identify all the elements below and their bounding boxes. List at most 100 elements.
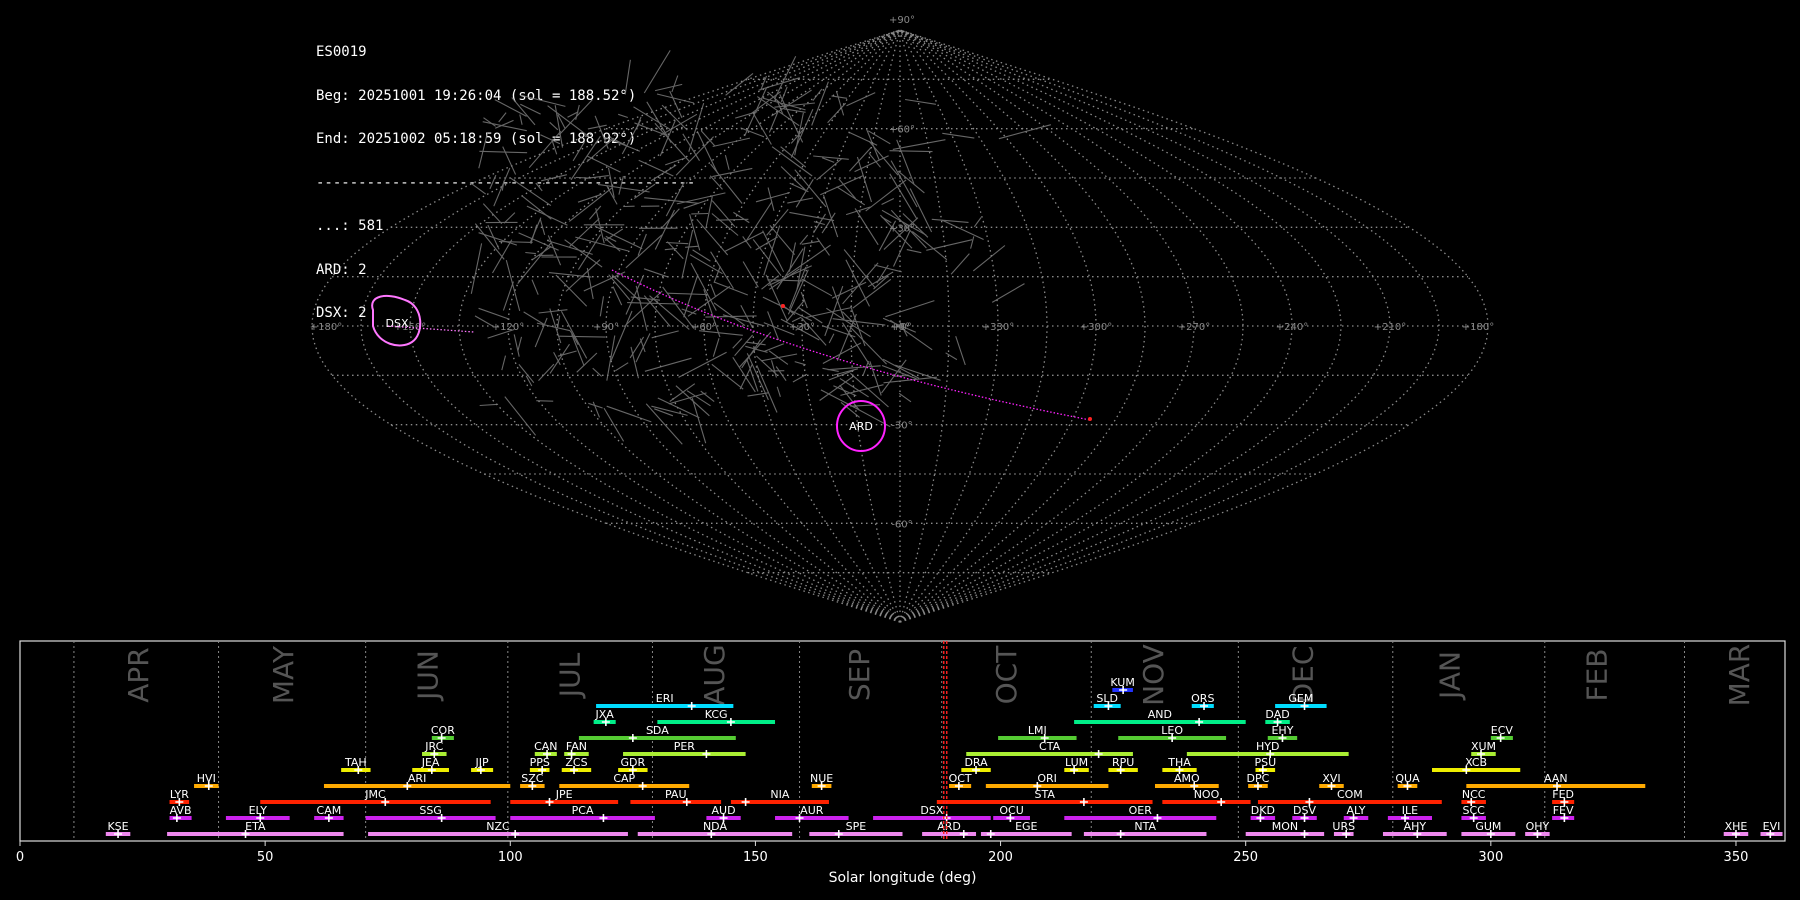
meteor-trail [554, 105, 564, 148]
meteor-trail [711, 363, 744, 390]
month-label: MAY [267, 645, 300, 704]
meteor-trail [531, 279, 539, 295]
meteor-trail [745, 345, 768, 353]
shower-label: PCA [572, 804, 594, 817]
meteor-trail [659, 113, 698, 137]
shower-label: PSU [1254, 756, 1276, 769]
shower-label: NTA [1134, 820, 1156, 833]
meteor-trail [744, 87, 768, 137]
meteor-trail [654, 83, 683, 92]
shower-label: EHY [1271, 724, 1293, 737]
shower-label: HYD [1256, 740, 1279, 753]
meteor-trail [520, 94, 566, 107]
meteor-trail [558, 335, 606, 338]
x-tick-label: 50 [257, 850, 274, 865]
meteor-trail [764, 343, 784, 352]
shower-label: EVI [1763, 820, 1781, 833]
meteor-trail [549, 343, 570, 374]
meteor-trail [885, 300, 935, 318]
meteor-trail [776, 386, 781, 397]
meteor-trail [831, 95, 848, 99]
meteor-trail [955, 336, 966, 366]
meteor-trail [843, 249, 876, 288]
shower-timeline: APR MAY JUN JUL AUG SEP OCT NOV DEC JAN FEB MARKUME… [16, 640, 1786, 886]
meteor-trail [588, 205, 602, 220]
shower-label: OCT [949, 772, 972, 785]
shower-label: AND [1148, 708, 1172, 721]
lon-tick-label: +300° [1080, 322, 1112, 333]
shower-peak-marker [628, 734, 637, 742]
shower-label: MON [1272, 820, 1298, 833]
meteor-trail [712, 338, 720, 357]
shower-peak-marker [702, 750, 711, 758]
shower-peak-marker [726, 718, 735, 726]
x-axis-label: Solar longitude (deg) [829, 870, 977, 886]
meteor-trail [635, 285, 648, 331]
shower-label: DSX [920, 804, 943, 817]
meteor-trail [734, 334, 754, 357]
meteor-trail [482, 203, 503, 225]
meteor-trail [575, 236, 629, 252]
meteor-trail [836, 186, 866, 206]
shower-label: NIA [770, 788, 789, 801]
meteor-trail [606, 405, 652, 423]
shower-label: AVB [170, 804, 192, 817]
shower-label: CAM [317, 804, 342, 817]
meteor-trail [503, 212, 516, 224]
meteor-trail [842, 322, 871, 366]
shower-label: URS [1332, 820, 1355, 833]
meteor-trail [549, 121, 559, 131]
meteor-trail [889, 150, 933, 153]
month-label: MAR [1723, 644, 1756, 707]
shower-label: OHY [1526, 820, 1550, 833]
meteor-trail [769, 224, 796, 255]
meteor-trail [565, 259, 601, 292]
lat-tick-label: +90° [889, 15, 915, 26]
meteor-trail [911, 230, 948, 261]
shower-label: DSV [1293, 804, 1316, 817]
shower-label: DKD [1251, 804, 1275, 817]
meteor-trail [822, 194, 839, 238]
meteor-trail [787, 197, 814, 204]
meteor-trail [643, 50, 671, 94]
dsx-radiant-label: DSX [386, 317, 409, 330]
meteor-trail [820, 174, 864, 196]
shower-label: PPS [530, 756, 550, 769]
meteor-trail [788, 242, 797, 272]
meteor-trail [504, 396, 537, 436]
shower-label: FAN [566, 740, 587, 753]
meteor-trail [556, 315, 561, 328]
meteor-trail [629, 336, 645, 359]
shower-label: ORI [1037, 772, 1057, 785]
lon-tick-label: +210° [1374, 322, 1406, 333]
meteor-trail [549, 308, 562, 344]
shower-label: DRA [964, 756, 988, 769]
month-label: APR [122, 647, 155, 703]
meteor-trail [780, 146, 807, 168]
lon-tick-label: +270° [1178, 322, 1210, 333]
meteor-trail [618, 175, 624, 195]
lon-tick-label: +240° [1276, 322, 1308, 333]
month-label: SEP [843, 649, 876, 701]
shower-peak-marker [1195, 718, 1204, 726]
meteor-trail [518, 232, 559, 251]
shower-label: SCC [1463, 804, 1486, 817]
shower-label: SLD [1096, 692, 1118, 705]
shower-label: EGE [1015, 820, 1037, 833]
shower-peak-marker [1079, 798, 1088, 806]
meteor-trail [469, 182, 487, 195]
shower-label: DAD [1265, 708, 1289, 721]
meteor-trail [991, 283, 1025, 303]
month-label: JUL [554, 652, 587, 699]
meteor-trail [712, 167, 753, 178]
meteor-trail [792, 373, 808, 383]
meteor-trail [881, 198, 895, 205]
month-label: FEB [1581, 648, 1614, 701]
meteor-trail [627, 302, 679, 305]
meteor-trail [812, 88, 823, 102]
meteor-trail [606, 335, 616, 381]
meteor-trail [470, 243, 483, 294]
shower-label: AMO [1174, 772, 1200, 785]
shower-label: DPC [1247, 772, 1270, 785]
shower-label: TAH [344, 756, 367, 769]
